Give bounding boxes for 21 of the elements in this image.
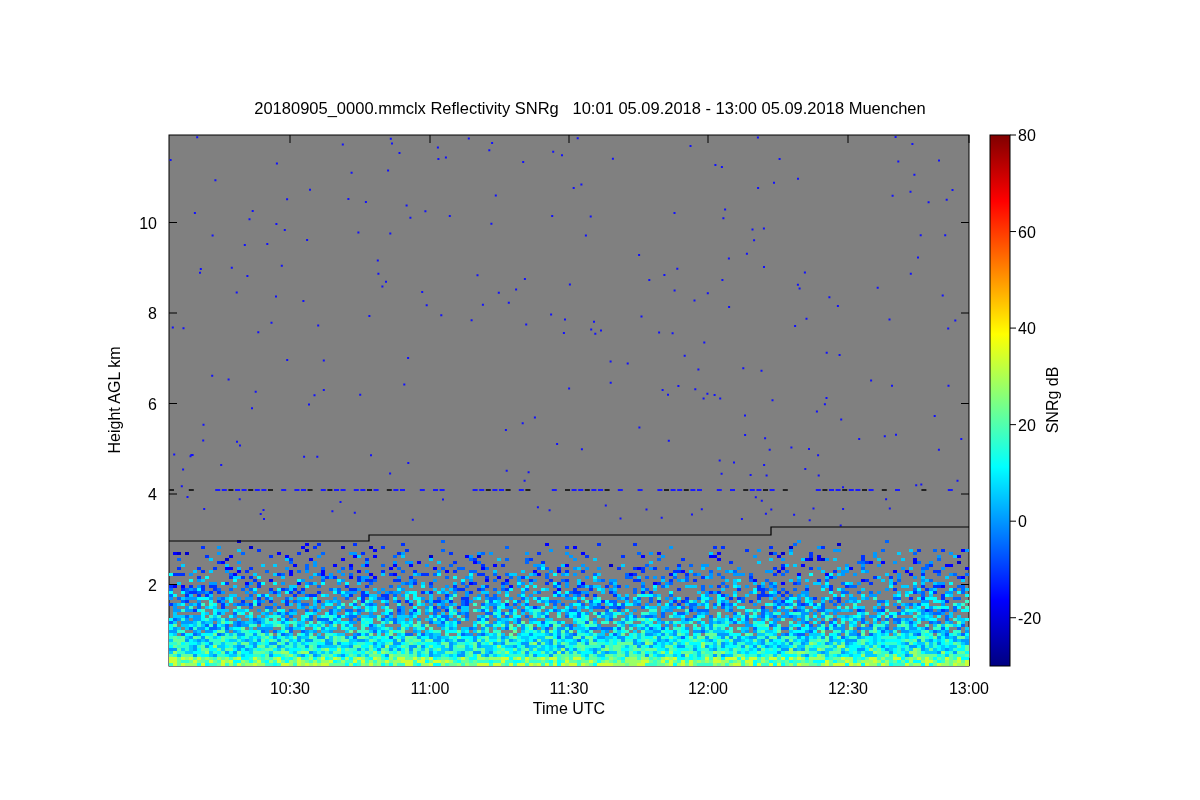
plot-title: 20180905_0000.mmclx Reflectivity SNRg 10:01 05.09.2018 - 13:00 05.09.2018 Muenchen [254,99,926,117]
tick-label: -20 [1018,609,1042,627]
tick-label: 0 [1018,513,1027,531]
tick-label: 2 [148,576,157,594]
tick-label: 6 [148,395,157,413]
tick-label: 4 [148,486,157,503]
tick-label: 12:30 [828,680,868,697]
colorbar-label: SNRg dB [1044,366,1061,434]
tick-label: 80 [1018,127,1036,144]
tick-label: 60 [1018,223,1036,241]
y-axis-label: Height AGL km [106,346,123,454]
tick-label: 8 [148,305,157,322]
tick-label: 20 [1018,416,1036,434]
tick-label: 13:00 [949,680,989,697]
tick-label: 11:00 [410,680,450,697]
x-axis-label: Time UTC [532,700,606,717]
tick-label: 10:30 [270,680,310,697]
tick-label: 40 [1018,320,1036,338]
tick-label: 12:00 [688,680,728,697]
tick-label: 10 [139,214,157,232]
tick-label: 11:30 [549,680,589,697]
